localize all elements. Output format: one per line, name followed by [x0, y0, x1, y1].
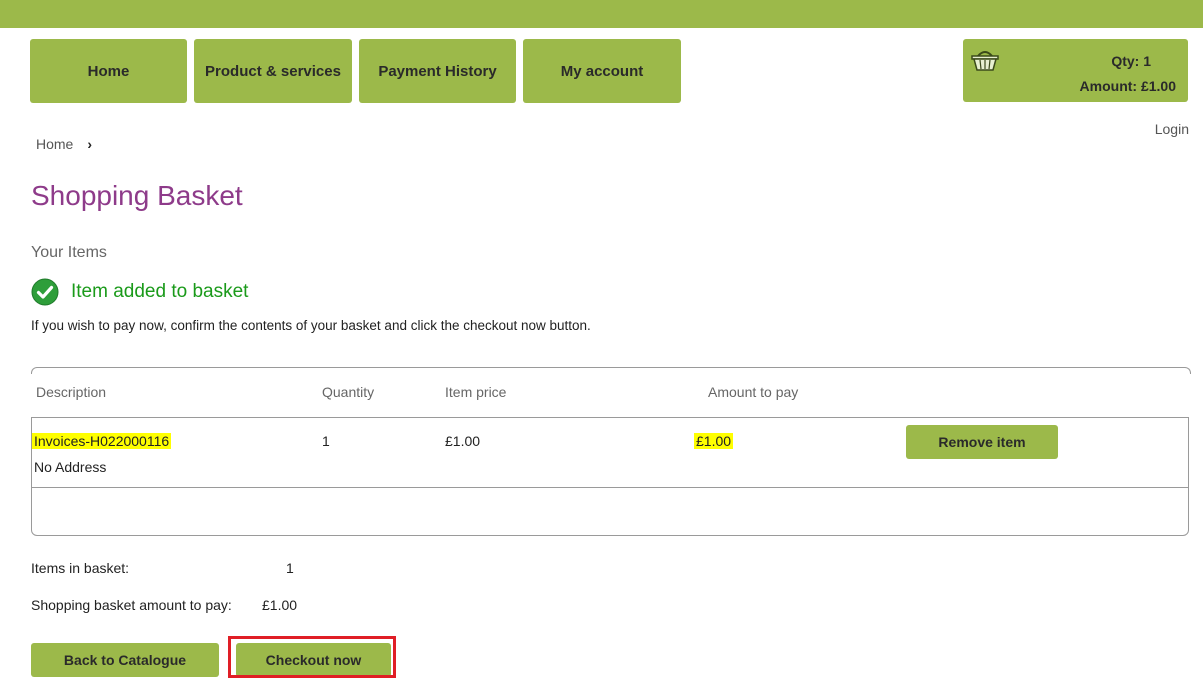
- basket-qty: Qty: 1: [1111, 53, 1151, 69]
- column-header-item-price: Item price: [445, 384, 507, 400]
- status-message: Item added to basket: [31, 278, 248, 306]
- item-address: No Address: [34, 459, 107, 475]
- status-text: Item added to basket: [71, 281, 249, 302]
- item-amount-text: £1.00: [694, 433, 734, 449]
- nav-payment-history[interactable]: Payment History: [359, 39, 516, 103]
- row-divider: [31, 487, 1189, 488]
- items-in-basket-value: 1: [286, 560, 294, 576]
- item-quantity: 1: [322, 433, 330, 449]
- table-top-border: [31, 367, 1191, 374]
- item-price: £1.00: [445, 433, 481, 449]
- item-amount: £1.00: [694, 433, 734, 449]
- basket-summary-button[interactable]: Qty: 1 Amount: £1.00: [963, 39, 1188, 102]
- back-to-catalogue-button[interactable]: Back to Catalogue: [31, 643, 219, 677]
- basket-icon: [969, 48, 1001, 77]
- chevron-right-icon: ›: [87, 136, 93, 152]
- breadcrumb-home[interactable]: Home: [36, 136, 73, 152]
- instructions-text: If you wish to pay now, confirm the cont…: [31, 318, 591, 333]
- remove-item-button[interactable]: Remove item: [906, 425, 1058, 459]
- section-heading: Your Items: [31, 244, 107, 261]
- nav-home[interactable]: Home: [30, 39, 187, 103]
- annotation-highlight-box: [228, 636, 396, 678]
- basket-total-value: £1.00: [262, 597, 298, 613]
- item-description: Invoices-H022000116: [32, 433, 172, 449]
- nav-my-account[interactable]: My account: [523, 39, 681, 103]
- basket-amount: Amount: £1.00: [1079, 78, 1176, 94]
- items-in-basket-label: Items in basket:: [31, 560, 130, 576]
- check-circle-icon: [31, 278, 59, 306]
- column-header-quantity: Quantity: [322, 384, 375, 400]
- column-header-description: Description: [36, 384, 107, 400]
- item-description-text: Invoices-H022000116: [32, 433, 172, 449]
- page-title: Shopping Basket: [31, 180, 243, 211]
- column-header-amount: Amount to pay: [708, 384, 799, 400]
- basket-total-label: Shopping basket amount to pay:: [31, 597, 232, 613]
- breadcrumb: Home ›: [36, 136, 92, 152]
- login-link[interactable]: Login: [1155, 121, 1189, 137]
- top-banner: [0, 0, 1203, 28]
- nav-products-services[interactable]: Product & services: [194, 39, 352, 103]
